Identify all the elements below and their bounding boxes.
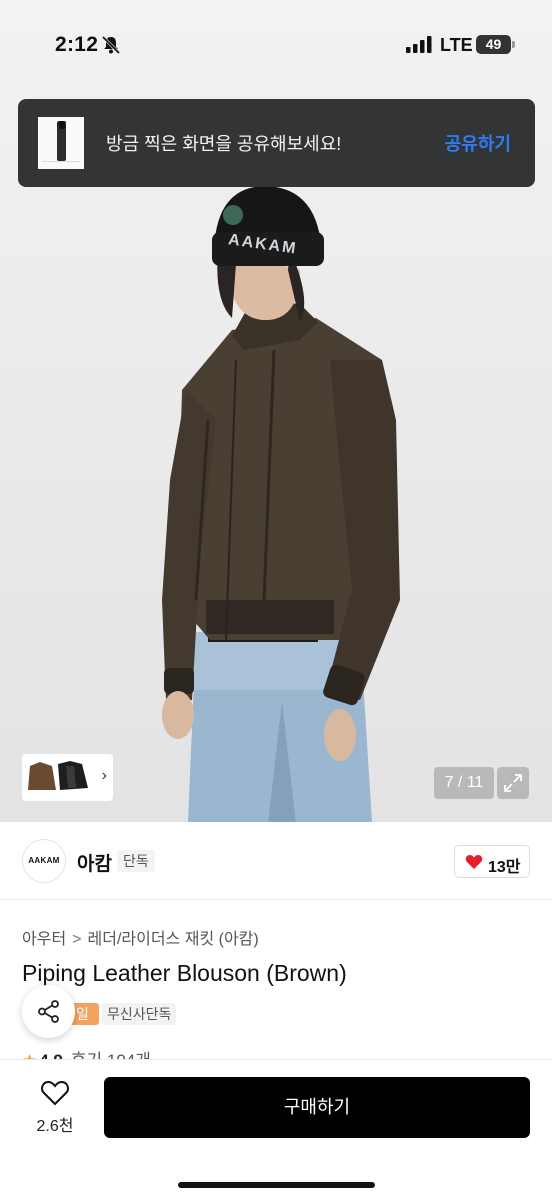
product-title: Piping Leather Blouson (Brown) bbox=[22, 960, 347, 986]
exclusive-badge: 무신사단독 bbox=[102, 1003, 177, 1025]
screenshot-thumbnail[interactable] bbox=[38, 117, 84, 169]
signal-icon bbox=[406, 36, 432, 53]
battery-cap bbox=[512, 41, 515, 48]
variant-thumbnails bbox=[28, 761, 88, 790]
buy-button[interactable]: 구매하기 bbox=[104, 1077, 530, 1138]
like-button[interactable]: 13만 bbox=[454, 845, 530, 878]
brand-row: AAKAM 아캄 단독 13만 bbox=[0, 822, 552, 900]
exclusive-tag: 단독 bbox=[117, 850, 155, 872]
breadcrumb: 아우터 > 레더/라이더스 재킷 (아캄) bbox=[22, 925, 259, 949]
battery-level: 49 bbox=[476, 35, 511, 54]
heart-outline-icon[interactable] bbox=[40, 1080, 70, 1106]
expand-button[interactable] bbox=[497, 767, 529, 799]
screen: AAKAM 2:12 LTE 49 방금 찍은 화면을 공유해보세요! 공유하기… bbox=[0, 0, 552, 1200]
toast-message: 방금 찍은 화면을 공유해보세요! bbox=[106, 134, 342, 154]
chevron-right-icon: › bbox=[101, 767, 107, 784]
share-now-button[interactable]: 공유하기 bbox=[445, 130, 511, 156]
wish-count: 2.6천 bbox=[36, 1118, 74, 1135]
heart-icon bbox=[465, 855, 483, 869]
bottom-purchase-bar: 2.6천 구매하기 bbox=[0, 1059, 552, 1200]
breadcrumb-category[interactable]: 아우터 bbox=[22, 931, 66, 948]
brand-name[interactable]: 아캄 bbox=[77, 849, 112, 876]
share-icon bbox=[38, 1000, 59, 1023]
network-type: LTE bbox=[440, 35, 473, 55]
breadcrumb-subcategory[interactable]: 레더/라이더스 재킷 (아캄) bbox=[88, 931, 259, 948]
expand-icon bbox=[504, 774, 522, 792]
brand-logo[interactable]: AAKAM bbox=[22, 839, 66, 883]
home-indicator bbox=[178, 1182, 375, 1188]
status-time: 2:12 bbox=[55, 33, 99, 56]
breadcrumb-separator: > bbox=[72, 931, 82, 948]
like-count: 13만 bbox=[488, 859, 521, 876]
share-button[interactable] bbox=[22, 985, 75, 1038]
share-toast: 방금 찍은 화면을 공유해보세요! 공유하기 bbox=[18, 99, 535, 187]
status-bar: 2:12 LTE 49 bbox=[0, 0, 552, 90]
bell-slash-icon bbox=[101, 35, 121, 55]
thumbnail-image bbox=[42, 121, 80, 162]
image-counter: 7 / 11 bbox=[434, 767, 494, 799]
thumbnail-strip[interactable]: › bbox=[22, 754, 113, 801]
